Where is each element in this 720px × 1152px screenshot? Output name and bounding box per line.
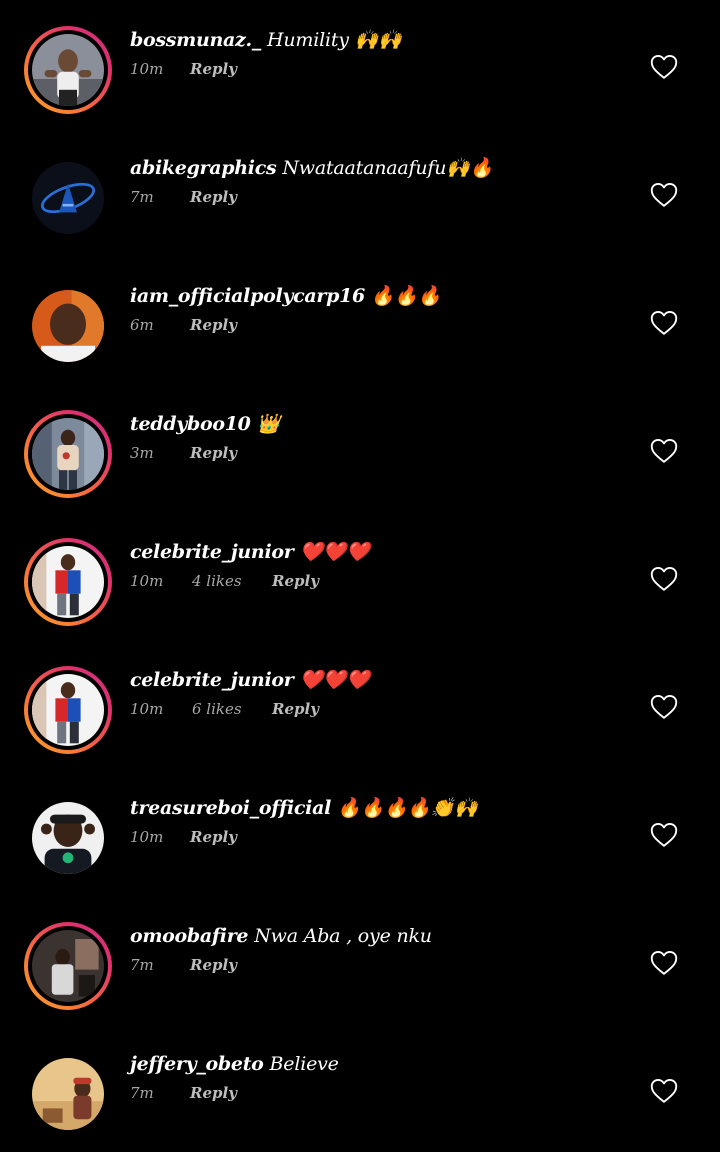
reply-button[interactable]: Reply xyxy=(190,828,237,846)
avatar[interactable] xyxy=(24,1050,112,1138)
comment-text: Nwataatanaafufu🙌🔥 xyxy=(282,157,494,179)
avatar[interactable] xyxy=(24,794,112,882)
comment-body: celebrite_junior ❤️❤️❤️ 10m 6 likes Reply xyxy=(130,666,640,722)
comment-time: 6m xyxy=(130,316,154,334)
comment-username[interactable]: celebrite_junior xyxy=(130,541,294,563)
comment-meta: 10m 6 likes Reply xyxy=(130,700,640,722)
comment-text: 🔥🔥🔥 xyxy=(370,285,442,307)
avatar-image xyxy=(32,802,104,874)
comment-likes-count[interactable]: 4 likes xyxy=(192,572,242,590)
comment-item: treasureboi_official 🔥🔥🔥🔥👏🙌 10m Reply xyxy=(0,768,720,896)
comment-item: abikegraphics Nwataatanaafufu🙌🔥 7m Reply xyxy=(0,128,720,256)
avatar-image xyxy=(32,930,104,1002)
comment-username[interactable]: jeffery_obeto xyxy=(130,1053,264,1075)
comment-username[interactable]: teddyboo10 xyxy=(130,413,251,435)
avatar-image xyxy=(32,290,104,362)
avatar[interactable] xyxy=(24,282,112,370)
reply-button[interactable]: Reply xyxy=(272,700,319,718)
reply-button[interactable]: Reply xyxy=(190,188,237,206)
comment-time: 10m xyxy=(130,700,164,718)
comment-time: 7m xyxy=(130,1084,154,1102)
heart-outline-icon[interactable] xyxy=(650,310,678,336)
comment-time: 10m xyxy=(130,828,164,846)
avatar-image xyxy=(32,546,104,618)
comment-item: teddyboo10 👑 3m Reply xyxy=(0,384,720,512)
comment-meta: 7m Reply xyxy=(130,188,640,210)
comment-text: 👑 xyxy=(256,413,281,435)
comment-body: iam_officialpolycarp16 🔥🔥🔥 6m Reply xyxy=(130,282,640,338)
comment-body: bossmunaz._ Humility 🙌🙌 10m Reply xyxy=(130,26,640,82)
avatar[interactable] xyxy=(24,922,112,1010)
avatar-image xyxy=(32,418,104,490)
heart-outline-icon[interactable] xyxy=(650,182,678,208)
comment-item: celebrite_junior ❤️❤️❤️ 10m 4 likes Reply xyxy=(0,512,720,640)
avatar-image xyxy=(32,162,104,234)
heart-outline-icon[interactable] xyxy=(650,822,678,848)
comment-item: jeffery_obeto Believe 7m Reply xyxy=(0,1024,720,1152)
avatar[interactable] xyxy=(24,666,112,754)
avatar[interactable] xyxy=(24,538,112,626)
comment-body: abikegraphics Nwataatanaafufu🙌🔥 7m Reply xyxy=(130,154,640,210)
heart-outline-icon[interactable] xyxy=(650,1078,678,1104)
heart-outline-icon[interactable] xyxy=(650,54,678,80)
comment-meta: 10m 4 likes Reply xyxy=(130,572,640,594)
comment-meta: 7m Reply xyxy=(130,1084,640,1106)
comment-body: teddyboo10 👑 3m Reply xyxy=(130,410,640,466)
comment-text: Believe xyxy=(269,1053,339,1075)
avatar-image xyxy=(32,1058,104,1130)
avatar[interactable] xyxy=(24,154,112,242)
reply-button[interactable]: Reply xyxy=(272,572,319,590)
comment-username[interactable]: celebrite_junior xyxy=(130,669,294,691)
comment-text: Nwa Aba , oye nku xyxy=(254,925,432,947)
heart-outline-icon[interactable] xyxy=(650,438,678,464)
comment-item: celebrite_junior ❤️❤️❤️ 10m 6 likes Reply xyxy=(0,640,720,768)
comment-meta: 3m Reply xyxy=(130,444,640,466)
comment-item: omoobafire Nwa Aba , oye nku 7m Reply xyxy=(0,896,720,1024)
comment-username[interactable]: iam_officialpolycarp16 xyxy=(130,285,365,307)
comment-time: 3m xyxy=(130,444,154,462)
heart-outline-icon[interactable] xyxy=(650,950,678,976)
comment-time: 7m xyxy=(130,188,154,206)
comment-body: treasureboi_official 🔥🔥🔥🔥👏🙌 10m Reply xyxy=(130,794,640,850)
reply-button[interactable]: Reply xyxy=(190,1084,237,1102)
comment-text: Humility 🙌🙌 xyxy=(267,29,402,51)
reply-button[interactable]: Reply xyxy=(190,956,237,974)
reply-button[interactable]: Reply xyxy=(190,316,237,334)
comment-meta: 7m Reply xyxy=(130,956,640,978)
comment-body: jeffery_obeto Believe 7m Reply xyxy=(130,1050,640,1106)
comment-username[interactable]: omoobafire xyxy=(130,925,249,947)
comment-text: ❤️❤️❤️ xyxy=(299,541,370,563)
comment-time: 10m xyxy=(130,572,164,590)
avatar-image xyxy=(32,674,104,746)
comment-item: bossmunaz._ Humility 🙌🙌 10m Reply xyxy=(0,0,720,128)
heart-outline-icon[interactable] xyxy=(650,694,678,720)
comment-meta: 10m Reply xyxy=(130,828,640,850)
avatar[interactable] xyxy=(24,410,112,498)
comment-body: celebrite_junior ❤️❤️❤️ 10m 4 likes Reply xyxy=(130,538,640,594)
comment-time: 10m xyxy=(130,60,164,78)
reply-button[interactable]: Reply xyxy=(190,60,237,78)
comment-text: 🔥🔥🔥🔥👏🙌 xyxy=(337,797,478,819)
comment-username[interactable]: abikegraphics xyxy=(130,157,277,179)
avatar-image xyxy=(32,34,104,106)
heart-outline-icon[interactable] xyxy=(650,566,678,592)
avatar[interactable] xyxy=(24,26,112,114)
comment-likes-count[interactable]: 6 likes xyxy=(192,700,242,718)
comment-item: iam_officialpolycarp16 🔥🔥🔥 6m Reply xyxy=(0,256,720,384)
comment-body: omoobafire Nwa Aba , oye nku 7m Reply xyxy=(130,922,640,978)
comment-username[interactable]: bossmunaz._ xyxy=(130,29,261,51)
reply-button[interactable]: Reply xyxy=(190,444,237,462)
comment-time: 7m xyxy=(130,956,154,974)
comment-meta: 10m Reply xyxy=(130,60,640,82)
comment-list: bossmunaz._ Humility 🙌🙌 10m Reply abikegr… xyxy=(0,0,720,1152)
comment-username[interactable]: treasureboi_official xyxy=(130,797,331,819)
comment-meta: 6m Reply xyxy=(130,316,640,338)
comment-text: ❤️❤️❤️ xyxy=(299,669,370,691)
